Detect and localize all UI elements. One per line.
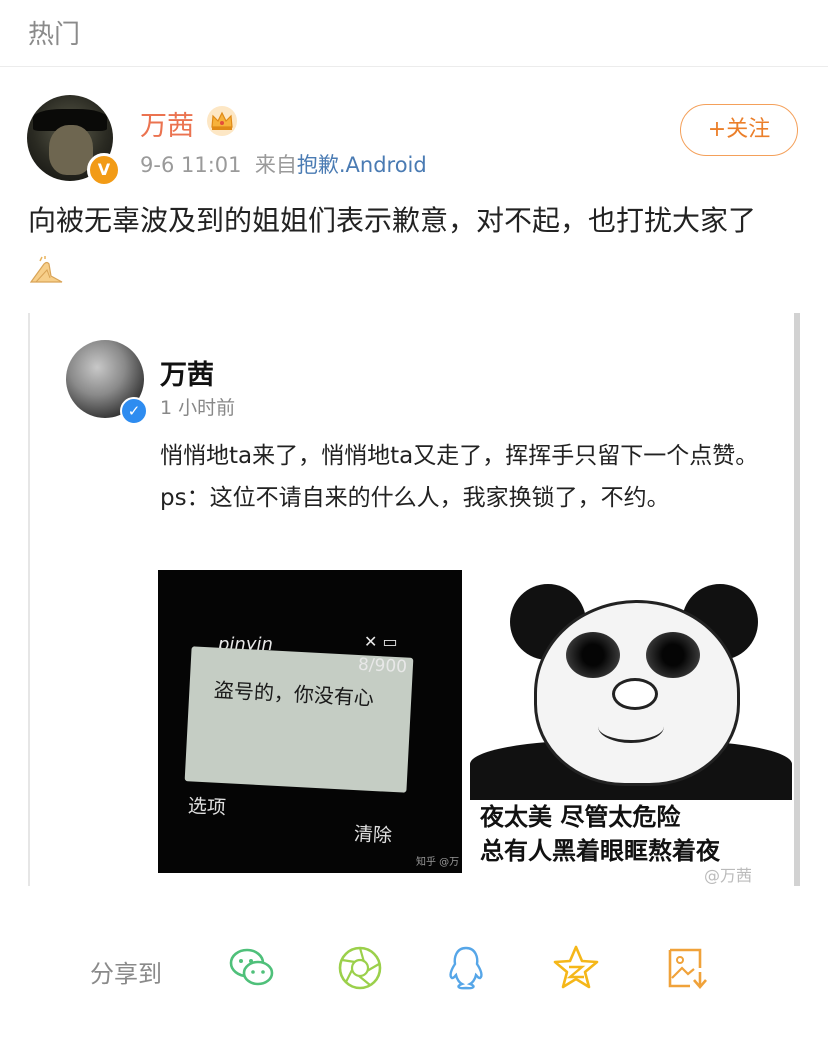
verified-badge-icon: V: [87, 153, 121, 187]
post-text: 向被无辜波及到的姐姐们表示歉意，对不起，也打扰大家了: [28, 204, 757, 237]
share-label: 分享到: [90, 960, 162, 988]
source-prefix: 来自: [254, 153, 297, 177]
panda-eye-left: [566, 632, 620, 678]
panda-mouth: [598, 710, 664, 743]
embed-text-line2: ps：这位不请自来的什么人，我家换锁了，不约。: [160, 485, 670, 511]
praying-hands-icon: [29, 256, 63, 283]
phone-watermark: 知乎 @万: [416, 857, 460, 868]
embedded-screenshot[interactable]: ✓ 万茜 1 小时前 悄悄地ta来了，悄悄地ta又走了，挥挥手只留下一个点赞。 …: [28, 313, 800, 886]
post-source-link[interactable]: 抱歉.Android: [297, 153, 427, 177]
save-image-icon[interactable]: [660, 942, 712, 994]
signal-battery-icon: ✕ ▭: [364, 632, 398, 651]
wechat-icon[interactable]: [226, 942, 278, 994]
verified-check-icon: ✓: [120, 397, 148, 425]
panda-eye-right: [646, 632, 700, 678]
embed-text: 悄悄地ta来了，悄悄地ta又走了，挥挥手只留下一个点赞。 ps：这位不请自来的什…: [160, 435, 760, 519]
panda-caption-line1: 夜太美 尽管太危险: [480, 803, 681, 831]
char-counter: 8/900: [357, 654, 408, 678]
share-bar: 分享到: [0, 930, 828, 1010]
phone-screen-image: ✕ ▭ pinyin 8/900 盗号的，你没有心 选项 清除 知乎 @万: [158, 570, 462, 873]
follow-button[interactable]: +关注: [680, 104, 798, 156]
panda-caption: 夜太美 尽管太危险 总有人黑着眼眶熬着夜: [480, 800, 780, 868]
qq-icon[interactable]: [440, 942, 492, 994]
embed-text-line1: 悄悄地ta来了，悄悄地ta又走了，挥挥手只留下一个点赞。: [160, 443, 759, 469]
username[interactable]: 万茜: [140, 104, 194, 143]
panda-meme-image: 夜太美 尽管太危险 总有人黑着眼眶熬着夜 @万茜: [470, 570, 792, 886]
embed-username: 万茜: [160, 360, 214, 391]
soft-key-left: 选项: [187, 795, 227, 819]
top-bar: 热门: [0, 0, 828, 67]
post-body: 向被无辜波及到的姐姐们表示歉意，对不起，也打扰大家了: [28, 196, 800, 296]
crown-icon: [207, 106, 237, 136]
soft-key-right: 清除: [353, 823, 393, 847]
post-meta: 9-6 11:01 来自抱歉.Android: [140, 149, 427, 179]
post-time: 9-6 11:01: [140, 153, 242, 177]
embed-time: 1 小时前: [160, 397, 236, 419]
qzone-icon[interactable]: [550, 942, 602, 994]
panda-nose: [612, 678, 658, 710]
moments-icon[interactable]: [334, 942, 386, 994]
panda-watermark: @万茜: [704, 866, 753, 885]
tab-hot[interactable]: 热门: [28, 14, 80, 51]
